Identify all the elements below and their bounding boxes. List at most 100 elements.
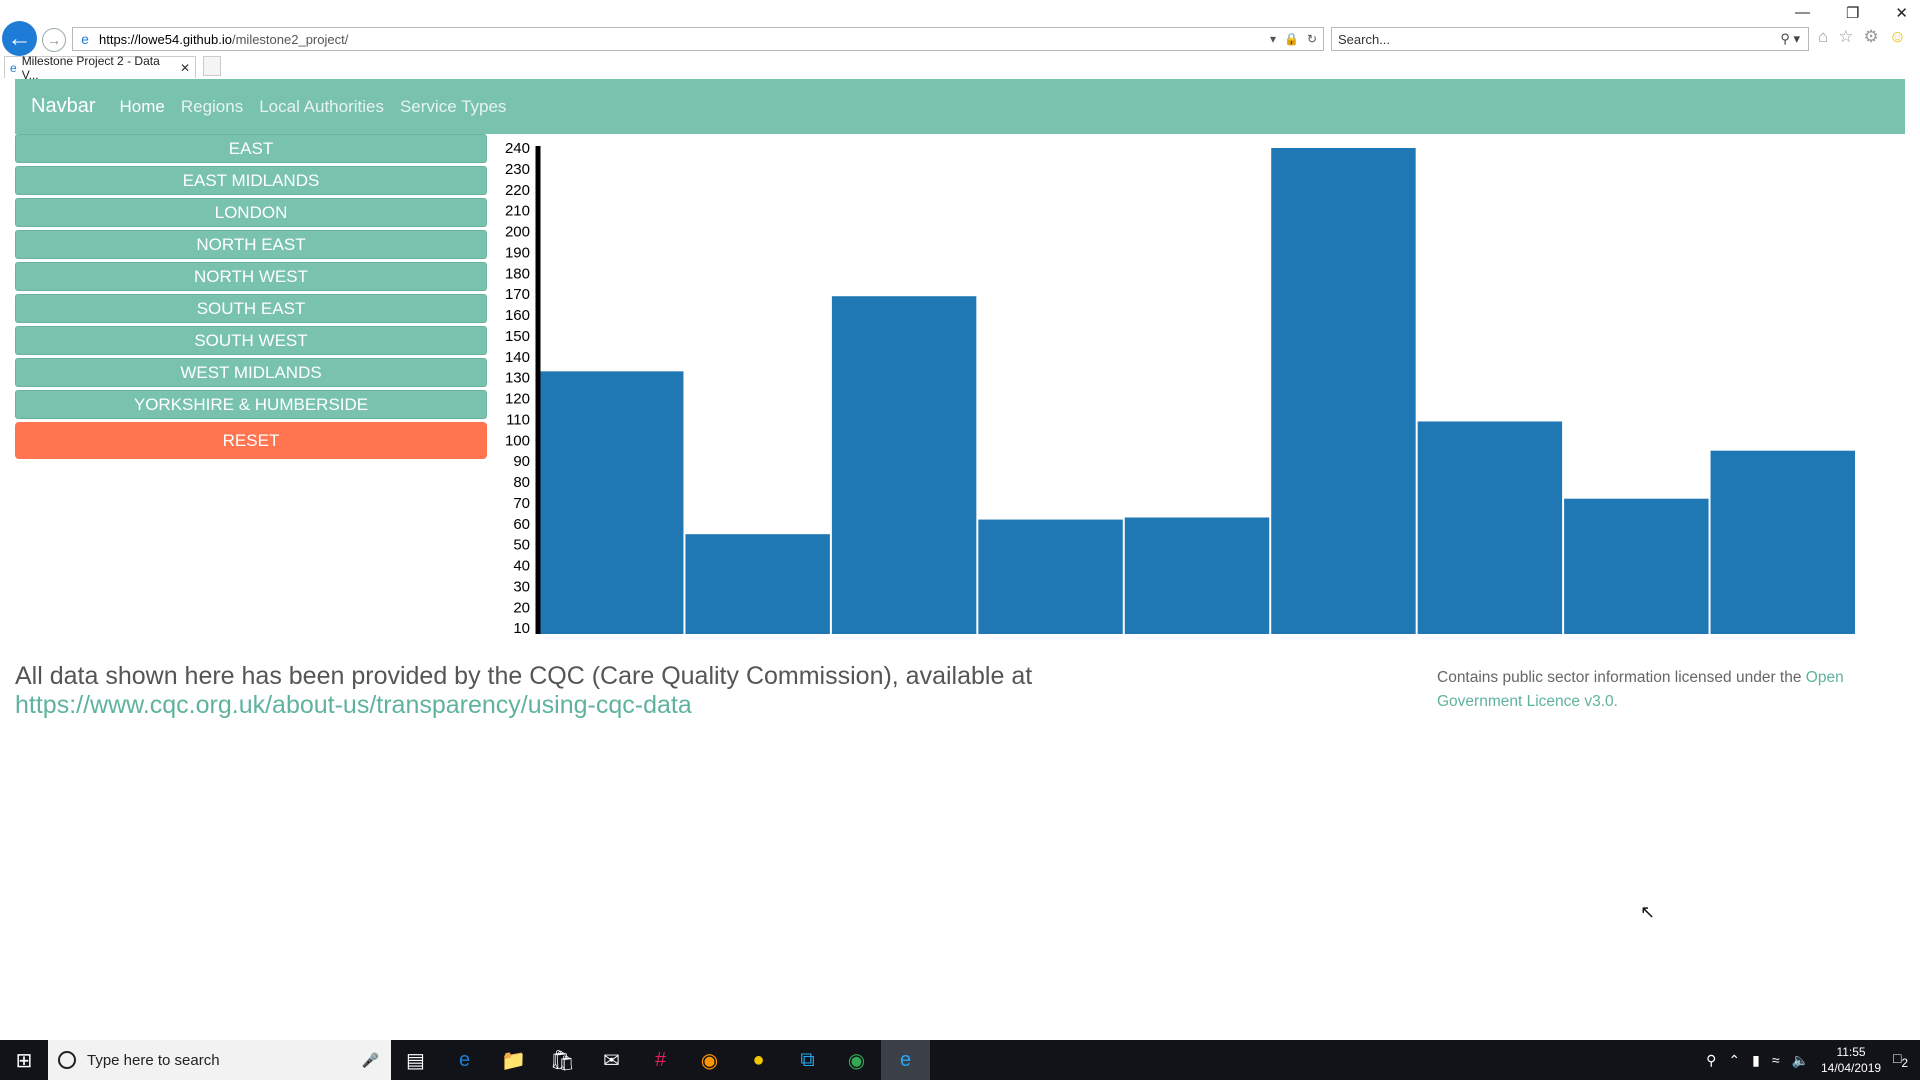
region-button-london[interactable]: LONDON (15, 198, 487, 227)
licence-text: Contains public sector information licen… (1437, 669, 1802, 686)
yellow-app-icon[interactable]: ● (734, 1040, 783, 1080)
mail-icon[interactable]: ✉ (587, 1040, 636, 1080)
y-tick-label: 30 (513, 578, 530, 595)
y-tick-label: 230 (505, 161, 530, 178)
y-tick-label: 90 (513, 453, 530, 470)
taskbar-search-placeholder: Type here to search (87, 1051, 220, 1069)
browser-chrome: ← → e https://lowe54.github.io /mileston… (0, 0, 1920, 82)
slack-icon[interactable]: # (636, 1040, 685, 1080)
chart-bar[interactable] (978, 519, 1123, 634)
edge-browser-icon[interactable]: e (440, 1040, 489, 1080)
chart-bar[interactable] (1564, 498, 1709, 634)
system-tray: ⚲ ⌃ ▮ ≈ 🔈 11:55 14/04/2019 □2 (1706, 1044, 1920, 1076)
y-tick-label: 140 (505, 349, 530, 366)
nav-link-regions[interactable]: Regions (181, 97, 243, 117)
nav-link-local-authorities[interactable]: Local Authorities (259, 97, 384, 117)
y-tick-label: 160 (505, 307, 530, 324)
y-tick-label: 70 (513, 495, 530, 512)
attribution-text: All data shown here has been provided by… (15, 662, 1033, 690)
internet-explorer-icon[interactable]: e (881, 1040, 930, 1080)
region-bar-chart: 0102030405060708090100110120130140150160… (505, 140, 1855, 634)
volume-icon[interactable]: 🔈 (1792, 1052, 1809, 1069)
y-tick-label: 240 (505, 140, 530, 157)
region-button-west-midlands[interactable]: WEST MIDLANDS (15, 358, 487, 387)
taskbar-search-box[interactable]: Type here to search 🎤 (48, 1040, 391, 1080)
clock-time: 11:55 (1836, 1045, 1866, 1059)
browser-search-input[interactable]: Search... ⚲ ▾ (1331, 27, 1809, 51)
chart-bar[interactable] (685, 534, 830, 634)
nav-link-home[interactable]: Home (119, 97, 164, 117)
back-arrow-icon[interactable]: ← (2, 21, 37, 56)
region-sidebar: EAST EAST MIDLANDS LONDON NORTH EAST NOR… (15, 134, 487, 459)
new-tab-button[interactable] (203, 56, 221, 76)
y-tick-label: 10 (513, 620, 530, 634)
people-icon[interactable]: ⚲ (1706, 1052, 1716, 1069)
file-explorer-icon[interactable]: 📁 (489, 1040, 538, 1080)
battery-icon[interactable]: ▮ (1752, 1052, 1760, 1069)
chevron-up-icon[interactable]: ⌃ (1728, 1052, 1740, 1069)
page-content: Navbar Home Regions Local Authorities Se… (0, 78, 1920, 1038)
region-button-east-midlands[interactable]: EAST MIDLANDS (15, 166, 487, 195)
chart-bar[interactable] (1124, 517, 1270, 634)
data-attribution: All data shown here has been provided by… (15, 662, 1165, 720)
chart-bar[interactable] (1417, 421, 1563, 634)
home-icon[interactable]: ⌂ (1818, 27, 1828, 47)
close-icon[interactable]: ✕ (1895, 4, 1908, 22)
microphone-icon[interactable]: 🎤 (362, 1052, 391, 1069)
windows-taskbar: ⊞ Type here to search 🎤 ▤ e 📁 🛍 ✉ # ◉ ● … (0, 1040, 1920, 1080)
favorites-star-icon[interactable]: ☆ (1838, 27, 1853, 47)
store-icon[interactable]: 🛍 (538, 1040, 587, 1080)
y-tick-label: 150 (505, 328, 530, 345)
y-tick-label: 220 (505, 182, 530, 199)
navbar: Navbar Home Regions Local Authorities Se… (15, 79, 1905, 134)
region-button-south-east[interactable]: SOUTH EAST (15, 294, 487, 323)
search-icon[interactable]: ⚲ ▾ (1780, 31, 1808, 47)
firefox-icon[interactable]: ◉ (685, 1040, 734, 1080)
y-tick-label: 210 (505, 203, 530, 220)
refresh-icon[interactable]: ↻ (1307, 32, 1317, 46)
region-button-east[interactable]: EAST (15, 134, 487, 163)
cqc-data-link[interactable]: https://www.cqc.org.uk/about-us/transpar… (15, 691, 692, 719)
clock[interactable]: 11:55 14/04/2019 (1821, 1044, 1881, 1076)
chart-bar[interactable] (539, 371, 684, 634)
region-button-north-east[interactable]: NORTH EAST (15, 230, 487, 259)
mouse-cursor-icon: ↖ (1640, 902, 1656, 922)
browser-tab[interactable]: e Milestone Project 2 - Data V... ✕ (4, 54, 196, 82)
notification-count: 2 (1901, 1056, 1908, 1070)
region-button-south-west[interactable]: SOUTH WEST (15, 326, 487, 355)
chart-bar[interactable] (831, 296, 977, 634)
minimize-icon[interactable]: — (1795, 4, 1810, 22)
chart-bar[interactable] (1271, 148, 1416, 634)
chart-bar[interactable] (1710, 450, 1855, 634)
y-tick-label: 60 (513, 516, 530, 533)
region-button-yorkshire-humberside[interactable]: YORKSHIRE & HUMBERSIDE (15, 390, 487, 419)
tab-ie-icon: e (10, 60, 17, 75)
notifications-icon[interactable]: □2 (1893, 1050, 1908, 1070)
dropdown-icon[interactable]: ▾ (1270, 32, 1276, 46)
restore-icon[interactable]: ❐ (1846, 4, 1859, 22)
url-path: /milestone2_project/ (231, 31, 349, 47)
settings-gear-icon[interactable]: ⚙ (1864, 27, 1879, 47)
cortana-circle-icon (58, 1051, 76, 1069)
nav-link-service-types[interactable]: Service Types (400, 97, 506, 117)
navbar-brand[interactable]: Navbar (31, 95, 95, 118)
y-tick-label: 180 (505, 265, 530, 282)
y-tick-label: 110 (506, 411, 530, 428)
y-tick-label: 170 (505, 286, 530, 303)
task-view-icon[interactable]: ▤ (391, 1040, 440, 1080)
forward-arrow-icon[interactable]: → (42, 28, 66, 52)
vscode-icon[interactable]: ⧉ (783, 1040, 832, 1080)
tab-close-icon[interactable]: ✕ (180, 61, 195, 75)
region-button-north-west[interactable]: NORTH WEST (15, 262, 487, 291)
smiley-feedback-icon[interactable]: ☺ (1889, 27, 1906, 47)
y-tick-label: 120 (505, 391, 530, 408)
address-bar[interactable]: e https://lowe54.github.io /milestone2_p… (72, 27, 1324, 51)
y-tick-label: 100 (505, 432, 530, 449)
licence-notice: Contains public sector information licen… (1437, 666, 1877, 714)
clock-date: 14/04/2019 (1820, 1061, 1882, 1075)
lock-icon[interactable]: 🔒 (1284, 32, 1299, 46)
windows-start-icon[interactable]: ⊞ (0, 1040, 48, 1080)
reset-button[interactable]: RESET (15, 422, 487, 459)
chrome-icon[interactable]: ◉ (832, 1040, 881, 1080)
network-icon[interactable]: ≈ (1772, 1052, 1780, 1068)
